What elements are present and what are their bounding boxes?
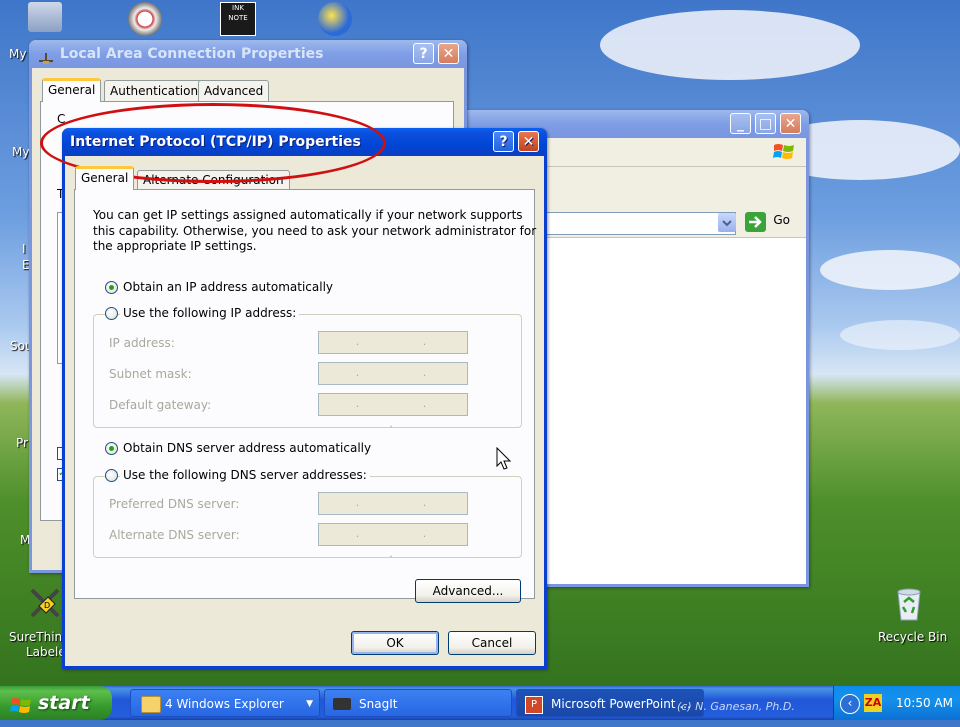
tab-general[interactable]: General (75, 166, 135, 190)
close-button[interactable]: ✕ (518, 131, 539, 152)
intro-line: this capability. Otherwise, you need to … (93, 223, 537, 238)
ok-button[interactable]: OK (351, 631, 439, 655)
dns-manual-radio[interactable] (105, 469, 118, 482)
taskbar-item-label: 4 Windows Explorer (165, 697, 284, 711)
start-button[interactable]: start (0, 686, 112, 720)
zonealarm-icon[interactable]: ZA (864, 694, 882, 712)
preferred-dns-field[interactable]: . . . (318, 492, 468, 529)
recycle-bin-label[interactable]: Recycle Bin (878, 630, 947, 644)
my-computer-icon[interactable] (28, 2, 62, 32)
folder-icon (141, 696, 161, 713)
ip-address-field[interactable]: . . . (318, 331, 468, 368)
windows-flag-icon (10, 693, 32, 713)
default-gateway-label: Default gateway: (109, 398, 212, 412)
dns-manual-label[interactable]: Use the following DNS server addresses: (120, 468, 370, 482)
preferred-dns-label: Preferred DNS server: (109, 497, 240, 511)
taskbar-item-windows-explorer[interactable]: 4 Windows Explorer ▼ (130, 689, 320, 717)
tcpip-titlebar[interactable]: Internet Protocol (TCP/IP) Properties ? … (62, 128, 547, 156)
intro-line: the appropriate IP settings. (93, 239, 257, 253)
ip-address-label: IP address: (109, 336, 175, 350)
dns-auto-radio[interactable] (105, 442, 118, 455)
desktop-icon-label[interactable]: My (9, 47, 26, 61)
go-arrow-icon[interactable] (745, 212, 766, 232)
wallpaper-cloud (600, 10, 860, 80)
taskbar-item-label: SnagIt (359, 697, 398, 711)
taskbar-item-label: Microsoft PowerPoint ... (551, 697, 691, 711)
subnet-mask-label: Subnet mask: (109, 367, 192, 381)
help-button[interactable]: ? (413, 43, 434, 64)
taskbar-item-powerpoint[interactable]: P Microsoft PowerPoint ... (516, 689, 704, 717)
default-gateway-field[interactable]: . . . (318, 393, 468, 430)
chevron-down-icon[interactable] (718, 213, 736, 232)
help-button[interactable]: ? (493, 131, 514, 152)
ip-manual-radio[interactable] (105, 307, 118, 320)
dialog-title: Internet Protocol (TCP/IP) Properties (70, 134, 361, 150)
camera-icon (333, 698, 351, 710)
intro-line: You can get IP settings assigned automat… (93, 208, 523, 222)
globe-app-icon[interactable] (318, 2, 352, 36)
ink-note-icon[interactable]: INK NOTE (220, 2, 256, 36)
dns-auto-label[interactable]: Obtain DNS server address automatically (123, 441, 371, 455)
alternate-dns-label: Alternate DNS server: (109, 528, 240, 542)
taskbar: start 4 Windows Explorer ▼ SnagIt P Micr… (0, 686, 960, 720)
desktop-icon-label[interactable]: Pr (16, 436, 28, 450)
go-button-label[interactable]: Go (773, 213, 790, 227)
address-input[interactable] (538, 212, 736, 235)
maximize-button[interactable]: □ (755, 113, 776, 134)
minimize-button[interactable]: _ (730, 113, 751, 134)
windows-flag-icon (772, 141, 796, 163)
tcpip-properties-dialog: Internet Protocol (TCP/IP) Properties ? … (62, 128, 547, 669)
system-tray: ‹ ZA 10:50 AM (833, 686, 960, 720)
intro-text: You can get IP settings assigned automat… (93, 208, 536, 255)
tab-general[interactable]: General (42, 78, 102, 102)
recycle-bin-icon[interactable] (892, 586, 926, 622)
svg-text:D: D (44, 601, 50, 610)
tab-alternate-configuration[interactable]: Alternate Configuration (137, 170, 290, 190)
subnet-mask-field[interactable]: . . . (318, 362, 468, 399)
ip-auto-label[interactable]: Obtain an IP address automatically (123, 280, 333, 294)
cancel-button[interactable]: Cancel (448, 631, 536, 655)
network-icon (37, 47, 55, 64)
desktop-icon-label[interactable]: Labele (26, 645, 66, 659)
lac-titlebar[interactable]: Local Area Connection Properties ? ✕ (29, 40, 467, 68)
start-label: start (38, 692, 90, 714)
ip-auto-radio[interactable] (105, 281, 118, 294)
powerpoint-icon: P (525, 696, 543, 714)
close-button[interactable]: ✕ (780, 113, 801, 134)
alternate-dns-field[interactable]: . . . (318, 523, 468, 560)
desktop-icon-label[interactable]: SureThin (9, 630, 62, 644)
tab-authentication[interactable]: Authentication (104, 80, 205, 102)
ip-manual-label[interactable]: Use the following IP address: (120, 306, 300, 320)
desktop-icon-label[interactable]: My (12, 145, 29, 159)
advanced-button[interactable]: Advanced... (415, 579, 521, 603)
copyright-watermark: (c) N. Ganesan, Ph.D. (677, 700, 795, 713)
taskbar-item-snagit[interactable]: SnagIt (324, 689, 512, 717)
chevron-left-icon[interactable]: ‹ (840, 694, 860, 714)
surething-labeler-icon[interactable]: D (28, 586, 62, 620)
wallpaper-cloud (820, 250, 960, 290)
disc-app-icon[interactable] (128, 2, 162, 36)
tab-advanced[interactable]: Advanced (198, 80, 270, 102)
connect-using-label: C (57, 112, 66, 126)
wallpaper-cloud (840, 320, 960, 350)
window-title: Local Area Connection Properties (59, 46, 324, 62)
chevron-down-icon: ▼ (306, 699, 313, 709)
mouse-cursor-icon (496, 446, 512, 471)
general-tab-panel: You can get IP settings assigned automat… (74, 189, 536, 603)
close-button[interactable]: ✕ (438, 43, 459, 64)
desktop-icon-label[interactable]: I (22, 242, 26, 256)
clock[interactable]: 10:50 AM (896, 686, 953, 720)
